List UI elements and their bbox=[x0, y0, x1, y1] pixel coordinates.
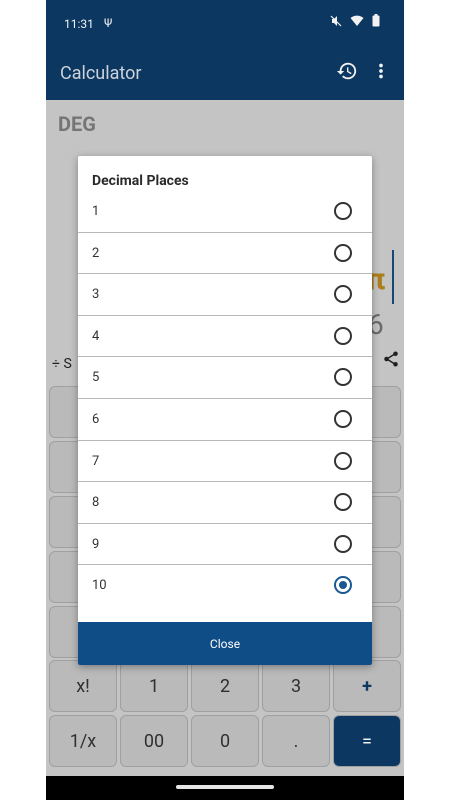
radio-button[interactable] bbox=[334, 534, 352, 553]
option-label: 10 bbox=[92, 578, 107, 594]
option-label: 7 bbox=[92, 453, 100, 469]
decimal-option-6[interactable]: 6 bbox=[78, 399, 372, 441]
radio-button[interactable] bbox=[334, 202, 352, 220]
option-label: 4 bbox=[92, 328, 100, 344]
option-label: 3 bbox=[92, 287, 100, 303]
radio-button[interactable] bbox=[334, 451, 352, 470]
decimal-option-1[interactable]: 1 bbox=[78, 191, 372, 233]
option-label: 9 bbox=[92, 536, 100, 552]
close-button[interactable]: Close bbox=[78, 622, 372, 665]
decimal-option-4[interactable]: 4 bbox=[78, 316, 372, 358]
radio-button[interactable] bbox=[334, 368, 352, 387]
option-label: 8 bbox=[92, 495, 100, 511]
radio-button[interactable] bbox=[334, 493, 352, 512]
radio-button[interactable] bbox=[334, 285, 352, 304]
option-label: 2 bbox=[92, 245, 100, 261]
radio-button[interactable] bbox=[334, 243, 352, 262]
decimal-option-8[interactable]: 8 bbox=[78, 482, 372, 524]
option-label: 6 bbox=[92, 412, 100, 427]
home-handle[interactable] bbox=[176, 785, 274, 789]
decimal-option-5[interactable]: 5 bbox=[78, 357, 372, 399]
decimal-option-9[interactable]: 9 bbox=[78, 524, 372, 566]
decimal-option-3[interactable]: 3 bbox=[78, 274, 372, 316]
radio-button[interactable] bbox=[334, 326, 352, 345]
option-label: 5 bbox=[92, 370, 100, 386]
decimal-places-dialog: Decimal Places 1 2 3 4 5 6 7 8 9 10 Close bbox=[78, 156, 372, 665]
dialog-title: Decimal Places bbox=[92, 173, 189, 189]
decimal-option-10[interactable]: 10 bbox=[78, 565, 372, 607]
decimal-option-2[interactable]: 2 bbox=[78, 233, 372, 275]
radio-button[interactable] bbox=[334, 410, 352, 428]
option-label: 1 bbox=[92, 204, 100, 219]
decimal-option-7[interactable]: 7 bbox=[78, 441, 372, 483]
radio-button[interactable] bbox=[334, 576, 352, 595]
navigation-bar bbox=[46, 776, 404, 800]
